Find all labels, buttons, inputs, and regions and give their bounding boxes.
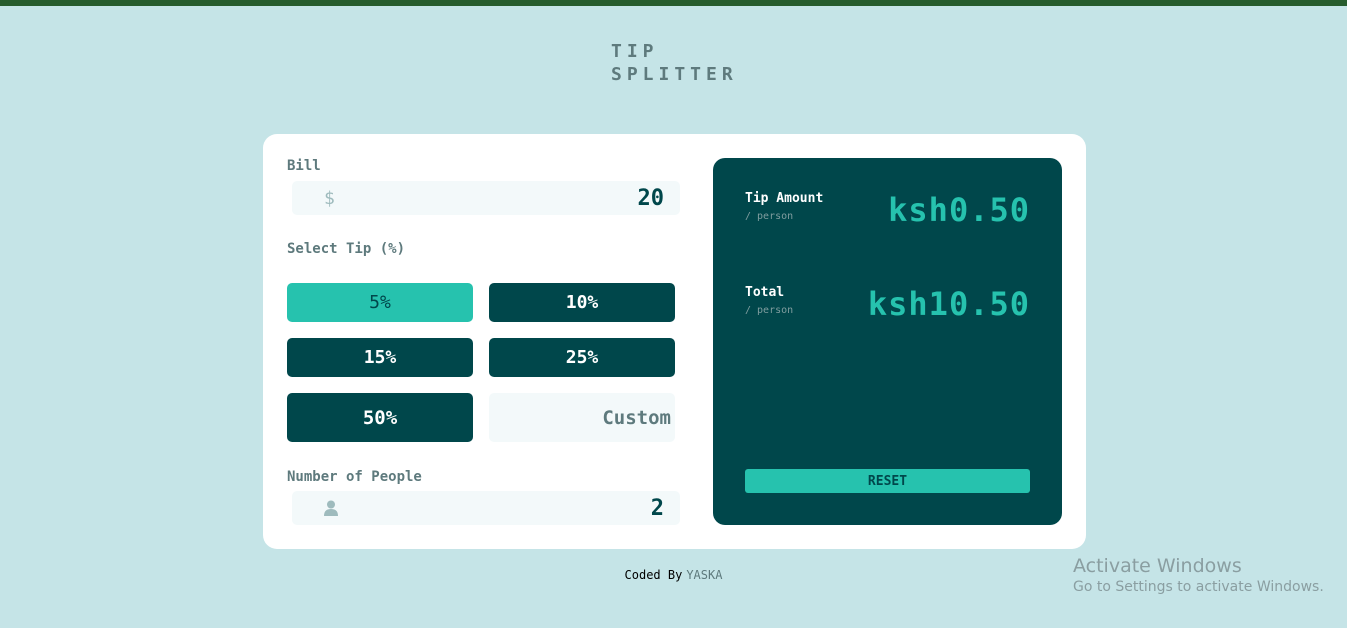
footer-prefix: Coded By — [624, 568, 683, 582]
bill-input[interactable]: $ 20 — [292, 181, 680, 215]
footer-author-link[interactable]: YASKA — [686, 568, 722, 582]
tip-amount-value: ksh0.50 — [888, 191, 1030, 229]
person-icon — [324, 491, 338, 525]
watermark-title: Activate Windows — [1073, 555, 1242, 577]
dollar-icon: $ — [324, 187, 335, 209]
tip-amount-label: Tip Amount — [745, 191, 824, 206]
tip-50-button[interactable]: 50% — [287, 393, 473, 442]
people-input[interactable]: 2 — [292, 491, 680, 525]
custom-tip-input[interactable]: Custom — [489, 393, 675, 442]
tip-25-button[interactable]: 25% — [489, 338, 675, 377]
people-label: Number of People — [287, 469, 422, 485]
calculator-card: Bill $ 20 Select Tip (%) 5% 10% 15% 25% … — [263, 134, 1086, 549]
watermark-subtitle: Go to Settings to activate Windows. — [1073, 579, 1324, 595]
select-tip-label: Select Tip (%) — [287, 241, 406, 257]
bill-value: 20 — [637, 185, 665, 211]
tip-amount-per-person: / person — [745, 211, 794, 222]
total-label: Total — [745, 285, 785, 300]
tip-10-button[interactable]: 10% — [489, 283, 675, 322]
tip-15-button[interactable]: 15% — [287, 338, 473, 377]
app-logo: TIP SPLITTER — [611, 40, 738, 86]
reset-button[interactable]: RESET — [745, 469, 1030, 493]
tip-5-button[interactable]: 5% — [287, 283, 473, 322]
top-bar — [0, 0, 1347, 6]
total-per-person: / person — [745, 305, 794, 316]
total-value: ksh10.50 — [867, 285, 1030, 323]
logo-line-1: TIP — [611, 41, 659, 62]
activate-windows-watermark: Activate Windows Go to Settings to activ… — [1073, 555, 1324, 595]
results-panel: Tip Amount / person ksh0.50 Total / pers… — [713, 158, 1062, 525]
bill-label: Bill — [287, 158, 321, 174]
logo-line-2: SPLITTER — [611, 64, 738, 85]
people-value: 2 — [650, 495, 664, 521]
